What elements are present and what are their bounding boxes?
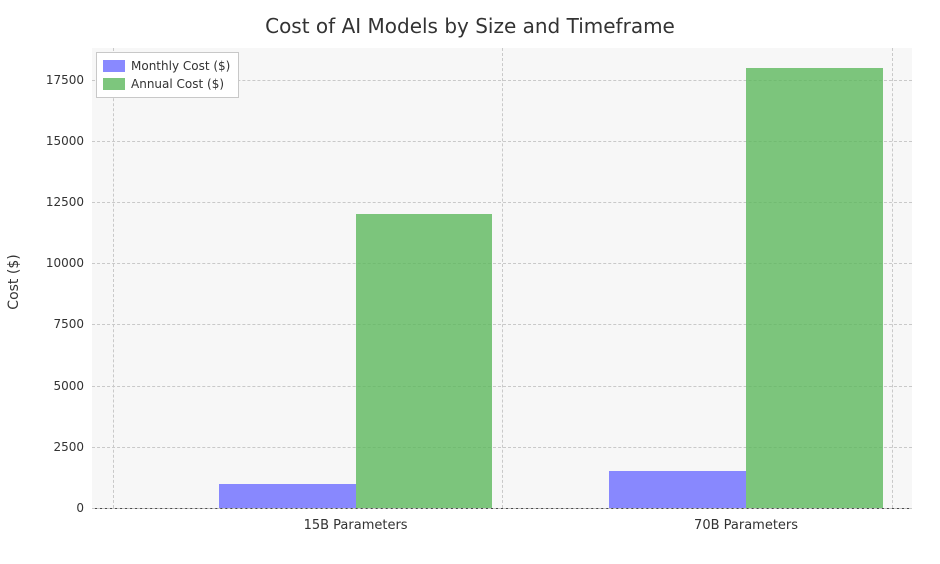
y-tick-label: 10000: [46, 256, 92, 270]
legend-entry: Monthly Cost ($): [103, 57, 230, 75]
legend-swatch-annual: [103, 78, 125, 90]
y-tick-label: 17500: [46, 73, 92, 87]
figure: Cost of AI Models by Size and Timeframe …: [0, 0, 940, 564]
y-tick-label: 0: [76, 501, 92, 515]
bar-annual: [356, 214, 493, 508]
bar-monthly: [609, 471, 746, 508]
legend-label: Monthly Cost ($): [131, 57, 230, 75]
x-tick-label: 70B Parameters: [694, 508, 798, 533]
legend-swatch-monthly: [103, 60, 125, 72]
gridline-v: [113, 48, 114, 508]
y-tick-label: 15000: [46, 134, 92, 148]
bar-monthly: [219, 484, 356, 508]
x-tick-label: 15B Parameters: [304, 508, 408, 533]
bar-annual: [746, 68, 883, 508]
y-axis-label: Cost ($): [6, 254, 22, 309]
gridline-v: [502, 48, 503, 508]
legend-entry: Annual Cost ($): [103, 75, 230, 93]
chart-title: Cost of AI Models by Size and Timeframe: [0, 14, 940, 38]
y-tick-label: 7500: [53, 317, 92, 331]
legend-label: Annual Cost ($): [131, 75, 224, 93]
y-tick-label: 5000: [53, 379, 92, 393]
y-tick-label: 12500: [46, 195, 92, 209]
gridline-v: [892, 48, 893, 508]
legend: Monthly Cost ($) Annual Cost ($): [96, 52, 239, 98]
y-tick-label: 2500: [53, 440, 92, 454]
axes: 0 2500 5000 7500 10000 12500 15000 17500: [92, 48, 912, 509]
